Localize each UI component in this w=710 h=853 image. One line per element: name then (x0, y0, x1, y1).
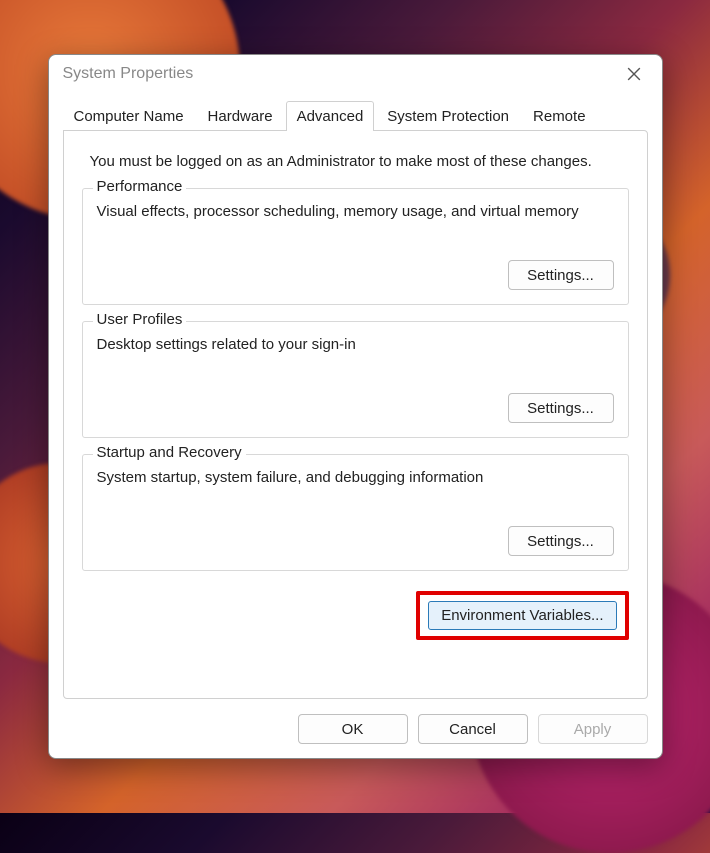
dialog-actions: OK Cancel Apply (49, 700, 662, 758)
tab-advanced[interactable]: Advanced (286, 101, 375, 131)
performance-settings-button[interactable]: Settings... (508, 260, 614, 290)
tab-remote[interactable]: Remote (522, 101, 597, 131)
performance-title: Performance (93, 178, 187, 195)
advanced-panel: You must be logged on as an Administrato… (63, 130, 648, 699)
startup-settings-button[interactable]: Settings... (508, 526, 614, 556)
ok-button[interactable]: OK (298, 714, 408, 744)
user-profiles-desc: Desktop settings related to your sign-in (97, 336, 614, 353)
startup-recovery-group: Startup and Recovery System startup, sys… (82, 454, 629, 571)
user-profiles-group: User Profiles Desktop settings related t… (82, 321, 629, 438)
apply-button[interactable]: Apply (538, 714, 648, 744)
close-button[interactable] (620, 60, 648, 88)
tab-hardware[interactable]: Hardware (197, 101, 284, 131)
tab-system-protection[interactable]: System Protection (376, 101, 520, 131)
close-icon (627, 67, 641, 81)
performance-desc: Visual effects, processor scheduling, me… (97, 203, 614, 220)
performance-group: Performance Visual effects, processor sc… (82, 188, 629, 305)
startup-title: Startup and Recovery (93, 444, 246, 461)
tab-computer-name[interactable]: Computer Name (63, 101, 195, 131)
intro-text: You must be logged on as an Administrato… (82, 149, 629, 172)
user-profiles-title: User Profiles (93, 311, 187, 328)
system-properties-dialog: System Properties Computer Name Hardware… (48, 54, 663, 759)
window-title: System Properties (63, 65, 194, 83)
highlight-annotation: Environment Variables... (416, 591, 628, 640)
tab-strip: Computer Name Hardware Advanced System P… (49, 93, 662, 131)
cancel-button[interactable]: Cancel (418, 714, 528, 744)
environment-variables-button[interactable]: Environment Variables... (428, 601, 616, 630)
user-profiles-settings-button[interactable]: Settings... (508, 393, 614, 423)
titlebar: System Properties (49, 55, 662, 93)
startup-desc: System startup, system failure, and debu… (97, 469, 614, 486)
